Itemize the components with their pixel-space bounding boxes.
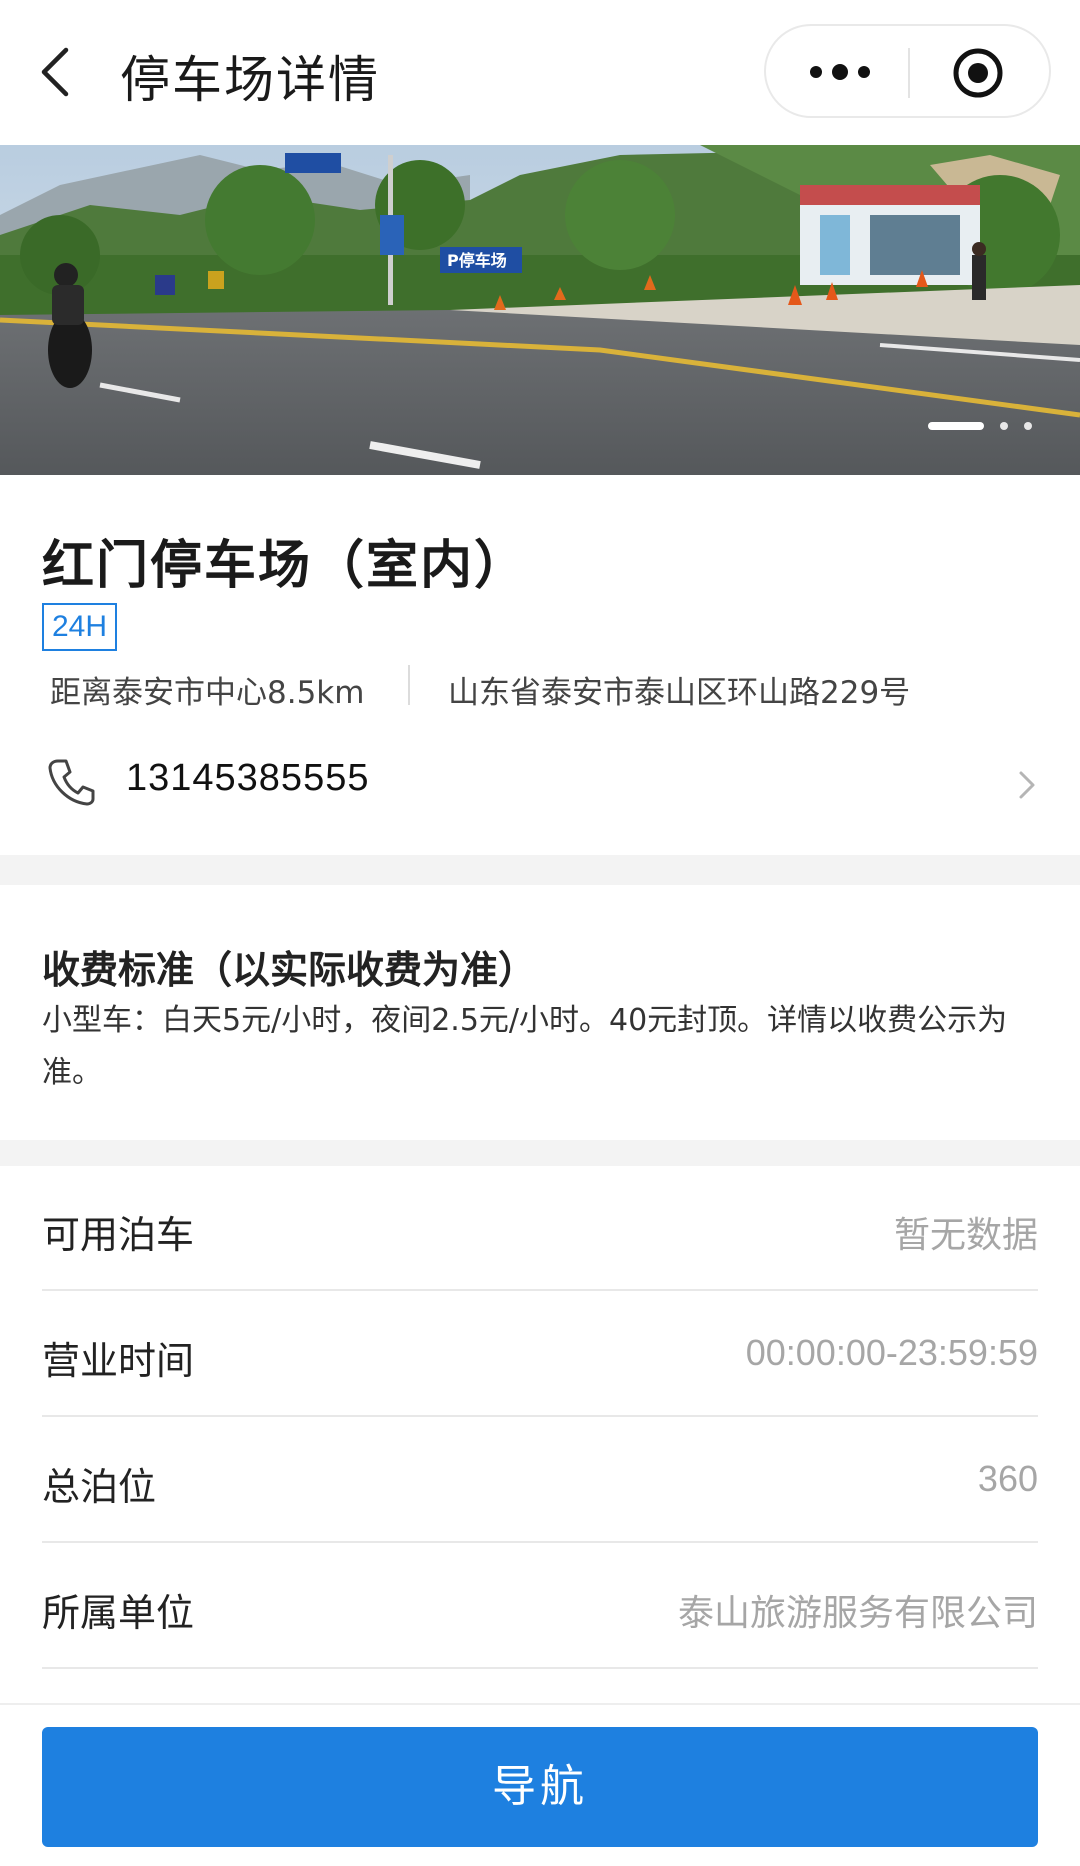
- fee-description: 小型车：白天5元/小时，夜间2.5元/小时。40元封顶。详情以收费公示为准。: [42, 1003, 1008, 1090]
- fee-section: 收费标准（以实际收费为准） 小型车：白天5元/小时，夜间2.5元/小时。40元封…: [0, 885, 1080, 1140]
- phone-row[interactable]: 13145385555: [0, 731, 1080, 831]
- carousel-dot: [1000, 422, 1008, 430]
- detail-label: 所属单位: [42, 1591, 195, 1635]
- info-divider: [408, 665, 410, 705]
- detail-row-available-parking: 可用泊车 暂无数据: [42, 1166, 1038, 1291]
- detail-value: 泰山旅游服务有限公司: [677, 1593, 1038, 1634]
- section-gap: [0, 855, 1080, 885]
- nav-header: 停车场详情: [0, 0, 1080, 145]
- detail-row-business-hours: 营业时间 00:00:00-23:59:59: [42, 1292, 1038, 1417]
- lot-name: 红门停车场（室内）: [42, 536, 529, 596]
- detail-row-total-spaces: 总泊位 360: [42, 1418, 1038, 1543]
- target-icon: [953, 48, 1003, 98]
- photo-carousel[interactable]: P停车场: [0, 145, 1080, 475]
- section-gap: [0, 1140, 1080, 1166]
- back-button[interactable]: [36, 44, 80, 100]
- bottom-bar: 导航: [0, 1703, 1080, 1866]
- details-list: 可用泊车 暂无数据 营业时间 00:00:00-23:59:59 总泊位 360…: [0, 1166, 1080, 1670]
- fee-title: 收费标准（以实际收费为准）: [42, 948, 537, 992]
- chevron-left-icon: [41, 47, 69, 97]
- open-24h-badge: 24H: [42, 603, 118, 651]
- sign-text: P停车场: [447, 251, 507, 270]
- page-title: 停车场详情: [120, 51, 380, 109]
- detail-label: 可用泊车: [42, 1213, 195, 1257]
- detail-value: 360: [977, 1458, 1038, 1499]
- distance-text: 距离泰安市中心8.5km: [50, 675, 365, 711]
- mini-program-capsule: [764, 24, 1051, 118]
- close-miniprogram-button[interactable]: [951, 46, 1005, 100]
- phone-icon: [48, 759, 95, 806]
- carousel-dot: [1024, 422, 1032, 430]
- chevron-right-icon: [1019, 771, 1035, 799]
- phone-number: 13145385555: [126, 757, 370, 799]
- detail-value: 00:00:00-23:59:59: [745, 1332, 1038, 1373]
- address-text: 山东省泰安市泰山区环山路229号: [448, 675, 911, 711]
- navigate-button[interactable]: 导航: [42, 1727, 1038, 1847]
- detail-label: 总泊位: [42, 1465, 157, 1509]
- more-dots-icon: [810, 64, 870, 80]
- more-button[interactable]: [800, 48, 880, 96]
- parking-lot-photo: P停车场: [0, 145, 1080, 475]
- detail-row-owner: 所属单位 泰山旅游服务有限公司: [42, 1544, 1038, 1669]
- lot-info-section: 红门停车场（室内） 24H 距离泰安市中心8.5km 山东省泰安市泰山区环山路2…: [0, 475, 1080, 855]
- detail-value: 暂无数据: [893, 1215, 1038, 1256]
- carousel-dot-active: [928, 422, 984, 430]
- capsule-divider: [908, 48, 910, 98]
- detail-label: 营业时间: [42, 1339, 195, 1383]
